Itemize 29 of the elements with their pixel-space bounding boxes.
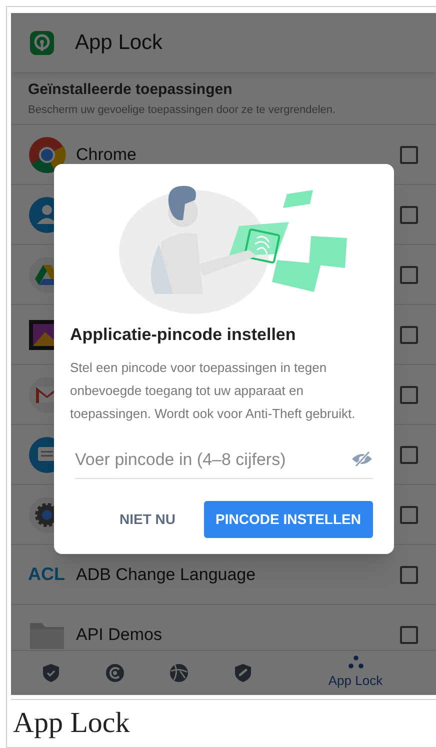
checkbox[interactable] [400,446,418,464]
nav-tab[interactable]: App Lock [275,651,436,695]
app-name: Chrome [76,144,138,166]
shield-link-icon [234,663,252,683]
at-circle-icon [105,663,125,683]
eye-crossed-icon[interactable] [351,451,373,468]
app-title: App Lock [75,30,163,56]
app-name: API Demos [76,624,163,646]
dialog-title: Applicatie-pincode instellen [70,324,297,346]
section-subtitle: Bescherm uw gevoelige toepassingen door ze te vergrendelen. [28,102,337,118]
checkbox[interactable] [400,506,418,524]
acl-label: ACL [28,563,66,586]
pin-input-field[interactable]: Voer pincode in (4–8 cijfers) [75,446,373,479]
shield-check-icon [42,663,60,683]
checkbox[interactable] [400,146,418,164]
dialog-message: Stel een pincode voor toepassingen in tegen onbevoegde toegang tot uw apparaat en toepassingen. Wordt ook voor Anti-Theft gebruikt. [70,358,356,423]
checkbox[interactable] [400,206,418,224]
checkbox[interactable] [400,626,418,644]
three-dots-icon [348,655,364,670]
checkbox[interactable] [400,566,418,584]
checkbox[interactable] [400,266,418,284]
not-now-button[interactable]: NIET NU [106,501,190,538]
checkbox[interactable] [400,386,418,404]
caption: App Lock [13,706,130,741]
set-pin-button[interactable]: PINCODE INSTELLEN [204,501,373,538]
lock-logo-icon [29,30,55,56]
app-name: ADB Change Language [76,564,257,586]
section-title: Geïnstalleerde toepassingen [28,81,234,100]
checkbox[interactable] [400,326,418,344]
